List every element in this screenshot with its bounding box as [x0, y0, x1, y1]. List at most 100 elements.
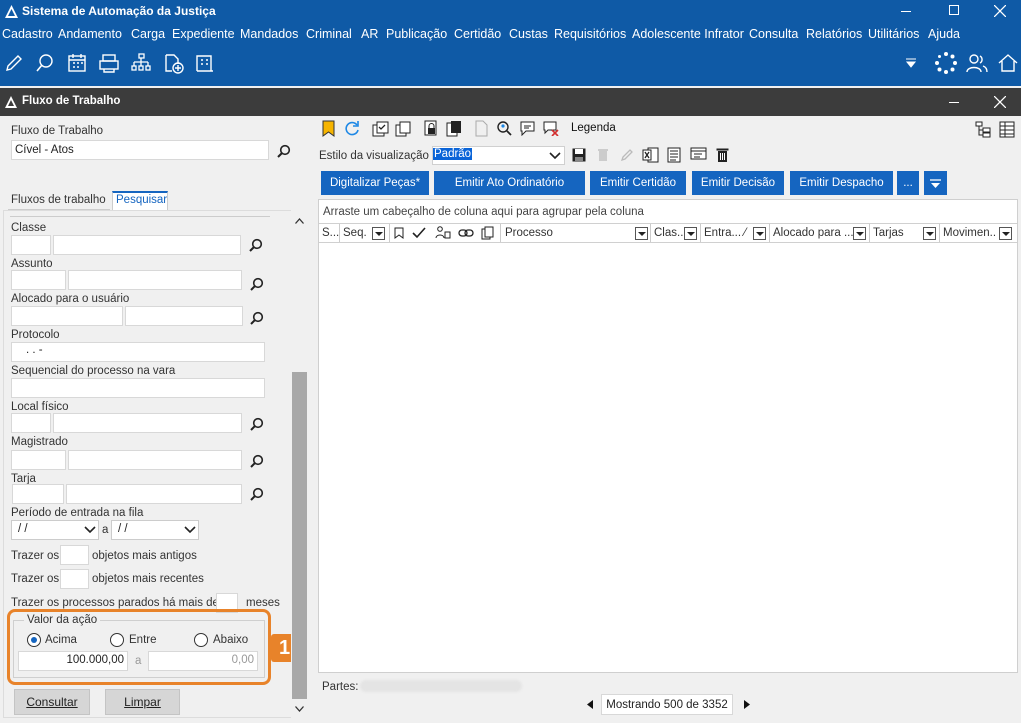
- dropdown-arrow-icon[interactable]: [905, 57, 917, 69]
- grid-view-icon[interactable]: [999, 121, 1015, 138]
- trash-icon[interactable]: [716, 147, 729, 163]
- col-alocado-filter-button[interactable]: [853, 227, 866, 240]
- digitalizar-pecas-button[interactable]: Digitalizar Peças*: [321, 171, 429, 195]
- document-copy-icon[interactable]: [446, 120, 462, 137]
- estilo-chevron-down-icon[interactable]: [549, 151, 561, 161]
- protocolo-input[interactable]: . . -: [11, 342, 265, 362]
- local-desc-input[interactable]: [53, 413, 242, 433]
- scroll-thumb[interactable]: [292, 372, 307, 699]
- col-processo-filter-button[interactable]: [635, 227, 648, 240]
- tab-fluxos[interactable]: Fluxos de trabalho: [8, 192, 110, 210]
- close-button[interactable]: [994, 5, 1006, 17]
- menu-carga[interactable]: Carga: [131, 27, 165, 41]
- emitir-certidao-button[interactable]: Emitir Certidão: [590, 171, 686, 195]
- tab-pesquisar[interactable]: Pesquisar: [112, 191, 168, 210]
- col-entrada-filter-button[interactable]: [753, 227, 766, 240]
- date-from-chevron-down-icon[interactable]: [84, 525, 96, 535]
- refresh-icon[interactable]: [344, 120, 360, 136]
- next-page-icon[interactable]: [744, 700, 750, 709]
- results-grid[interactable]: [318, 199, 1018, 673]
- alocado-search-icon[interactable]: [250, 311, 264, 325]
- menu-adolescente-infrator[interactable]: Adolescente Infrator: [632, 27, 744, 41]
- menu-requisitorios[interactable]: Requisitórios: [554, 27, 626, 41]
- printer-icon[interactable]: [98, 53, 120, 73]
- local-code-input[interactable]: [11, 413, 51, 433]
- assunto-code-input[interactable]: [11, 270, 66, 290]
- local-search-icon[interactable]: [250, 417, 264, 431]
- tree-view-icon[interactable]: [975, 121, 991, 138]
- col-classe[interactable]: Clas...: [654, 224, 684, 242]
- limpar-button[interactable]: Limpar: [105, 689, 180, 715]
- comment-icon[interactable]: [520, 121, 535, 136]
- alocado-desc-input[interactable]: [125, 306, 243, 326]
- col-tarjas[interactable]: Tarjas: [873, 224, 921, 242]
- antigos-count-input[interactable]: [60, 545, 89, 565]
- emitir-ato-ordinatorio-button[interactable]: Emitir Ato Ordinatório: [434, 171, 585, 195]
- building-icon[interactable]: [195, 53, 215, 73]
- scroll-down-icon[interactable]: [295, 706, 304, 712]
- estilo-select[interactable]: Padrão: [432, 146, 565, 165]
- menu-mandados[interactable]: Mandados: [240, 27, 298, 41]
- search-icon[interactable]: [277, 144, 291, 158]
- magistrado-code-input[interactable]: [11, 450, 66, 470]
- col-entrada[interactable]: Entra... ⁄: [704, 224, 752, 242]
- report-icon[interactable]: [667, 147, 681, 163]
- users-icon[interactable]: [966, 52, 988, 74]
- menu-utilitarios[interactable]: Utilitários: [868, 27, 919, 41]
- check-documents-icon[interactable]: [372, 121, 389, 137]
- menu-custas[interactable]: Custas: [509, 27, 548, 41]
- more-actions-button[interactable]: ...: [897, 171, 919, 195]
- left-scrollbar[interactable]: [291, 210, 308, 718]
- menu-cadastro[interactable]: Cadastro: [2, 27, 53, 41]
- tarja-desc-input[interactable]: [66, 484, 242, 504]
- calendar-icon[interactable]: [67, 53, 87, 73]
- col-tarjas-filter-button[interactable]: [923, 227, 936, 240]
- menu-ajuda[interactable]: Ajuda: [928, 27, 960, 41]
- col-movimento-filter-button[interactable]: [999, 227, 1012, 240]
- menu-publicacao[interactable]: Publicação: [386, 27, 447, 41]
- menu-expediente[interactable]: Expediente: [172, 27, 235, 41]
- col-movimento[interactable]: Movimen...: [943, 224, 997, 242]
- classe-search-icon[interactable]: [249, 238, 263, 252]
- excel-icon[interactable]: [642, 147, 659, 163]
- date-to-chevron-down-icon[interactable]: [184, 525, 196, 535]
- home-icon[interactable]: [997, 53, 1019, 73]
- classe-code-input[interactable]: [11, 235, 51, 255]
- window-close-button[interactable]: [994, 96, 1006, 108]
- magistrado-search-icon[interactable]: [250, 454, 264, 468]
- tarja-search-icon[interactable]: [250, 487, 264, 501]
- minimize-button[interactable]: [901, 11, 911, 12]
- org-chart-icon[interactable]: [131, 53, 151, 73]
- fluxo-select[interactable]: Cível - Atos: [11, 140, 269, 160]
- assunto-search-icon[interactable]: [250, 277, 264, 291]
- recentes-count-input[interactable]: [60, 569, 89, 589]
- classe-desc-input[interactable]: [53, 235, 241, 255]
- search-user-icon[interactable]: [496, 120, 512, 137]
- col-seq[interactable]: Seq.: [343, 224, 373, 242]
- save-icon[interactable]: [572, 148, 586, 162]
- radio-acima[interactable]: [27, 633, 41, 647]
- sequencial-input[interactable]: [11, 378, 265, 398]
- add-document-icon[interactable]: [163, 53, 185, 75]
- valor-from-input[interactable]: 100.000,00: [18, 651, 128, 671]
- window-minimize-button[interactable]: [949, 102, 959, 103]
- valor-to-input[interactable]: 0,00: [148, 651, 258, 671]
- emitir-despacho-button[interactable]: Emitir Despacho: [790, 171, 893, 195]
- menu-certidao[interactable]: Certidão: [454, 27, 501, 41]
- menu-ar[interactable]: AR: [361, 27, 378, 41]
- col-s[interactable]: S...: [322, 224, 340, 242]
- actions-menu-button[interactable]: [924, 171, 947, 195]
- col-alocado[interactable]: Alocado para ...: [773, 224, 853, 242]
- legenda-label[interactable]: Legenda: [571, 122, 616, 134]
- assunto-desc-input[interactable]: [68, 270, 242, 290]
- col-seq-filter-button[interactable]: [372, 227, 385, 240]
- magistrado-desc-input[interactable]: [68, 450, 242, 470]
- col-processo[interactable]: Processo: [505, 224, 633, 242]
- col-classe-filter-button[interactable]: [684, 227, 697, 240]
- menu-consulta[interactable]: Consulta: [749, 27, 798, 41]
- emitir-decisao-button[interactable]: Emitir Decisão: [692, 171, 784, 195]
- screen-edit-icon[interactable]: [690, 147, 707, 163]
- menu-criminal[interactable]: Criminal: [306, 27, 352, 41]
- tarja-code-input[interactable]: [12, 484, 64, 504]
- comment-remove-icon[interactable]: [543, 121, 559, 136]
